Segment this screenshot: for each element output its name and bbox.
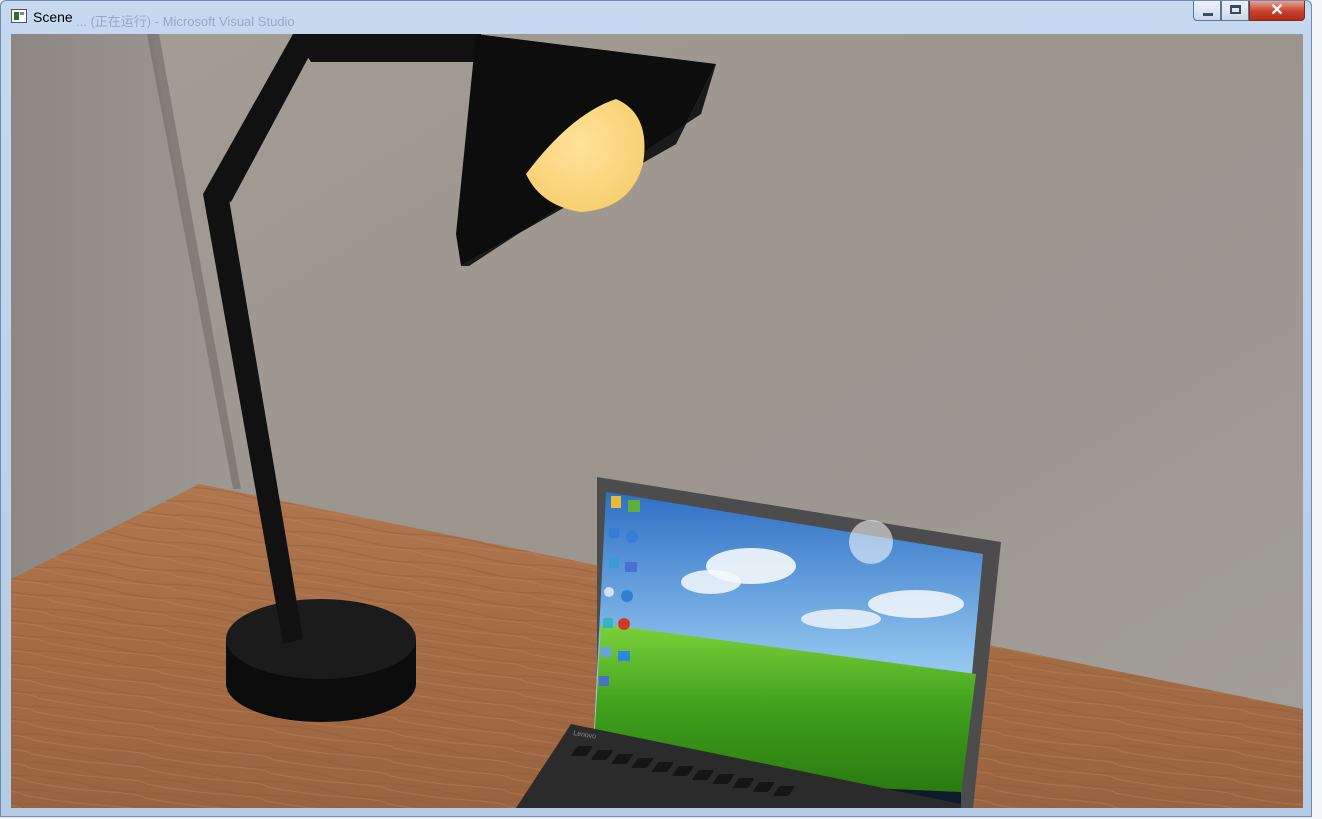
maximize-icon — [1230, 5, 1241, 14]
3d-viewport[interactable]: Lenovo — [11, 34, 1303, 808]
scene-window: Scene ... (正在运行) - Microsoft Visual Stud… — [0, 0, 1312, 817]
cloud — [681, 570, 741, 594]
background-window-title: ... (正在运行) - Microsoft Visual Studio — [76, 14, 295, 29]
close-button[interactable]: ✕ — [1249, 1, 1305, 21]
window-controls: ✕ — [1193, 1, 1305, 22]
close-icon: ✕ — [1270, 2, 1284, 19]
title-bar[interactable]: Scene ... (正在运行) - Microsoft Visual Stud… — [1, 1, 1311, 34]
minimize-button[interactable] — [1193, 1, 1221, 21]
lamp-base-top — [226, 599, 416, 679]
app-icon — [11, 9, 27, 23]
maximize-button[interactable] — [1221, 1, 1249, 21]
cloud — [868, 590, 964, 618]
3d-scene: Lenovo — [11, 34, 1303, 808]
sun-glare — [849, 520, 893, 564]
window-title: Scene — [33, 9, 73, 25]
background-desktop-strip — [1312, 0, 1322, 819]
cloud — [801, 609, 881, 629]
lamp-top-bar — [293, 34, 481, 62]
minimize-icon — [1203, 13, 1213, 16]
